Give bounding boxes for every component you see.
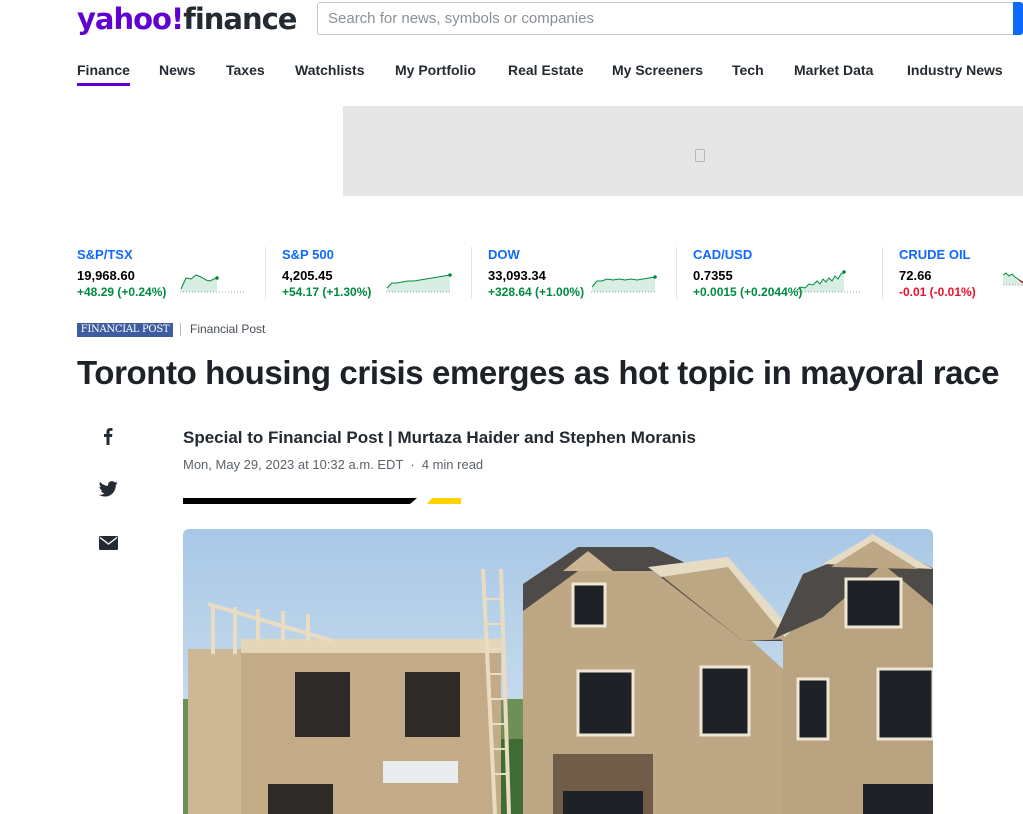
twitter-share-button[interactable] xyxy=(98,479,118,499)
ticker-price: 19,968.60 xyxy=(77,268,135,283)
ticker-sp-tsx[interactable]: S&P/TSX 19,968.60 +48.29 (+0.24%) xyxy=(77,247,257,299)
ticker-change: +48.29 (+0.24%) xyxy=(77,285,167,299)
decorative-bar xyxy=(183,498,417,504)
article-byline: Special to Financial Post | Murtaza Haid… xyxy=(183,428,696,447)
ticker-name: CAD/USD xyxy=(693,247,753,262)
nav-taxes[interactable]: Taxes xyxy=(226,60,265,80)
nav-my-screeners[interactable]: My Screeners xyxy=(612,60,703,80)
nav-my-portfolio[interactable]: My Portfolio xyxy=(395,60,476,80)
sparkline xyxy=(796,270,862,293)
ticker-price: 0.7355 xyxy=(693,268,733,283)
meta-separator: · xyxy=(410,457,415,472)
ticker-change: +328.64 (+1.00%) xyxy=(488,285,585,299)
search-button[interactable] xyxy=(1013,2,1023,35)
decorative-accent-bar xyxy=(427,498,461,504)
nav-industry-news[interactable]: Industry News xyxy=(907,60,1003,80)
article-meta: Mon, May 29, 2023 at 10:32 a.m. EDT · 4 mi… xyxy=(183,457,483,472)
nav-real-estate[interactable]: Real Estate xyxy=(508,60,583,80)
facebook-icon xyxy=(104,428,113,445)
ticker-name: S&P 500 xyxy=(282,247,334,262)
nav-market-data[interactable]: Market Data xyxy=(794,60,873,80)
ticker-name: DOW xyxy=(488,247,520,262)
sparkline xyxy=(591,275,657,293)
ticker-change: -0.01 (-0.01%) xyxy=(899,285,976,299)
article-headline: Toronto housing crisis emerges as hot to… xyxy=(77,354,1000,391)
ticker-divider xyxy=(265,247,266,299)
read-time: 4 min read xyxy=(421,457,484,472)
nav-watchlists[interactable]: Watchlists xyxy=(295,60,365,80)
ticker-divider xyxy=(882,247,883,299)
article-hero-image[interactable] xyxy=(183,529,933,814)
houses-under-construction-image xyxy=(183,529,933,814)
ticker-change: +54.17 (+1.30%) xyxy=(282,285,372,299)
twitter-icon xyxy=(98,481,118,497)
ticker-name: S&P/TSX xyxy=(77,247,133,262)
nav-tech[interactable]: Tech xyxy=(732,60,764,80)
ticker-cad-usd[interactable]: CAD/USD 0.7355 +0.0015 (+0.2044%) xyxy=(693,247,873,299)
search-input[interactable] xyxy=(318,3,998,34)
ticker-sp-500[interactable]: S&P 500 4,205.45 +54.17 (+1.30%) xyxy=(282,247,462,299)
ticker-change: +0.0015 (+0.2044%) xyxy=(693,285,803,299)
sparkline xyxy=(386,273,452,293)
nav-finance[interactable]: Finance xyxy=(77,60,130,86)
ticker-divider xyxy=(471,247,472,299)
email-share-button[interactable] xyxy=(98,533,118,553)
source-name: Financial Post xyxy=(190,322,266,336)
ticker-price: 33,093.34 xyxy=(488,268,546,283)
search-box[interactable] xyxy=(317,2,1023,35)
financial-post-logo[interactable]: FINANCIAL POST xyxy=(77,323,173,337)
source-divider xyxy=(180,323,181,336)
sparkline xyxy=(1003,272,1023,286)
facebook-share-button[interactable] xyxy=(98,426,118,446)
ticker-price: 72.66 xyxy=(899,268,932,283)
nav-news[interactable]: News xyxy=(159,60,196,80)
ad-banner[interactable] xyxy=(343,106,1023,196)
yahoo-finance-logo[interactable]: yahoo!finance xyxy=(77,2,297,36)
ticker-crude-oil[interactable]: CRUDE OIL 72.66 -0.01 (-0.01%) xyxy=(899,247,1023,299)
ticker-divider xyxy=(676,247,677,299)
broken-image-icon xyxy=(695,149,705,162)
email-icon xyxy=(98,536,118,550)
ticker-dow[interactable]: DOW 33,093.34 +328.64 (+1.00%) xyxy=(488,247,668,299)
ticker-price: 4,205.45 xyxy=(282,268,333,283)
publish-date: Mon, May 29, 2023 at 10:32 a.m. EDT xyxy=(183,457,404,472)
sparkline xyxy=(180,274,246,293)
ticker-name: CRUDE OIL xyxy=(899,247,971,262)
